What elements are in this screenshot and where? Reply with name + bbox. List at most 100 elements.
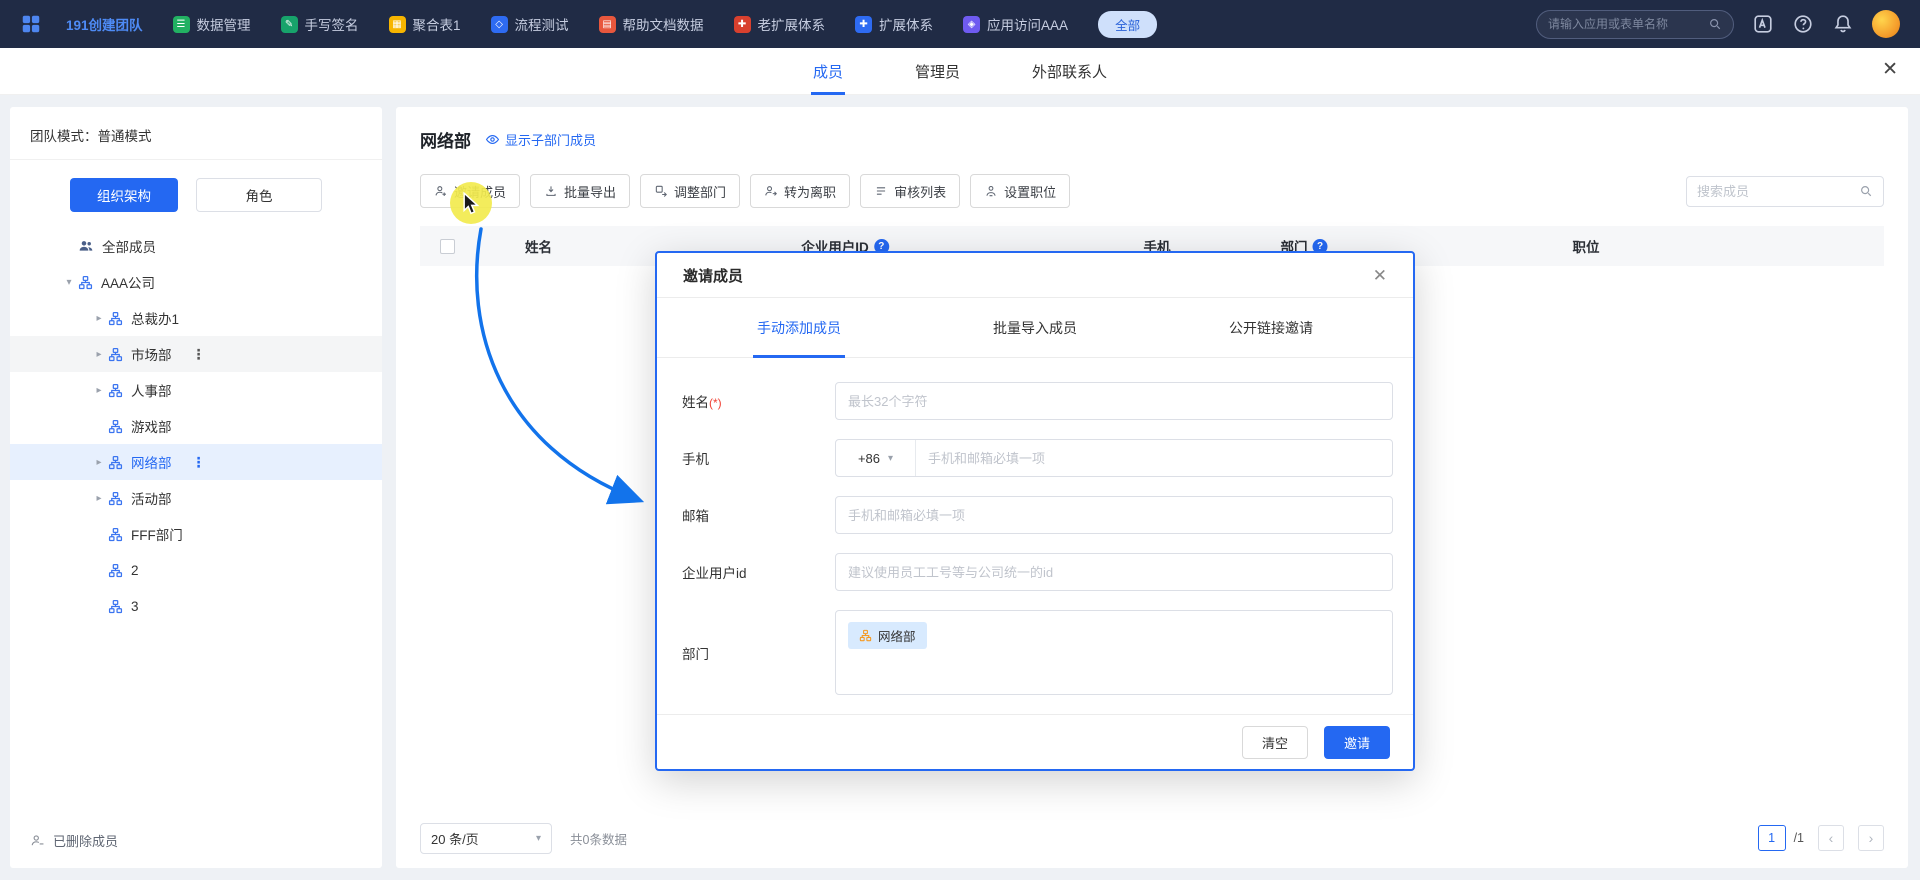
app-item-help-doc-data[interactable]: ▤ 帮助文档数据 xyxy=(599,14,704,34)
app-search-field[interactable] xyxy=(1548,17,1702,31)
app-item-flow-test[interactable]: ◇ 流程测试 xyxy=(491,14,569,34)
chevron-right-icon[interactable]: ▸ xyxy=(90,457,108,468)
batch-export-button[interactable]: 批量导出 xyxy=(530,174,630,208)
chevron-down-icon[interactable]: ▾ xyxy=(60,277,78,288)
enterprise-userid-label: 企业用户id xyxy=(682,562,835,582)
prev-page-button[interactable]: ‹ xyxy=(1818,825,1844,851)
tab-external-contacts[interactable]: 外部联系人 xyxy=(1032,48,1107,95)
close-icon[interactable]: ✕ xyxy=(1373,267,1387,284)
member-toolbar: 邀请成员 批量导出 调整部门 转为离职 审核列表 设置职位 xyxy=(420,174,1884,208)
chevron-right-icon[interactable]: ▸ xyxy=(90,313,108,324)
tab-batch-import[interactable]: 批量导入成员 xyxy=(993,298,1077,358)
invite-member-modal: 邀请成员 ✕ 手动添加成员 批量导入成员 公开链接邀请 姓名(*) 手机 +86… xyxy=(655,251,1415,771)
tab-members[interactable]: 成员 xyxy=(813,48,843,95)
total-count-label: 共0条数据 xyxy=(570,829,627,848)
set-position-button[interactable]: 设置职位 xyxy=(970,174,1070,208)
old-extension-icon: ✚ xyxy=(734,16,751,33)
tree-item-market-dept[interactable]: ▸ 市场部 ⋮ xyxy=(10,336,382,372)
bell-icon[interactable] xyxy=(1832,13,1854,35)
translate-icon[interactable] xyxy=(1752,13,1774,35)
signature-icon: ✎ xyxy=(281,16,298,33)
email-label: 邮箱 xyxy=(682,505,835,525)
tree-item-3[interactable]: 3 xyxy=(10,588,382,624)
phone-field[interactable] xyxy=(916,451,1392,466)
adjust-dept-button[interactable]: 调整部门 xyxy=(640,174,740,208)
invite-button[interactable]: 邀请 xyxy=(1324,726,1390,759)
page-size-select[interactable]: 20 条/页 ▾ xyxy=(420,823,552,854)
avatar[interactable] xyxy=(1872,10,1900,38)
tree-item-fff-dept[interactable]: FFF部门 xyxy=(10,516,382,552)
member-nav-tabs: 成员 管理员 外部联系人 ✕ xyxy=(0,48,1920,95)
tree-item-hr-dept[interactable]: ▸ 人事部 xyxy=(10,372,382,408)
chevron-right-icon[interactable]: ▸ xyxy=(90,493,108,504)
dept-picker-box[interactable]: 网络部 xyxy=(835,610,1393,695)
clear-button[interactable]: 清空 xyxy=(1242,726,1308,759)
app-item-extension[interactable]: ✚ 扩展体系 xyxy=(855,14,933,34)
extension-icon: ✚ xyxy=(855,16,872,33)
move-icon xyxy=(654,184,668,198)
chevron-down-icon: ▾ xyxy=(536,833,541,844)
org-icon xyxy=(108,311,123,326)
invite-member-button[interactable]: 邀请成员 xyxy=(420,174,520,208)
member-search-input[interactable] xyxy=(1686,176,1884,207)
close-icon[interactable]: ✕ xyxy=(1882,60,1898,79)
tree-item-activity-dept[interactable]: ▸ 活动部 xyxy=(10,480,382,516)
chevron-right-icon[interactable]: ▸ xyxy=(90,349,108,360)
workspace-grid-icon[interactable] xyxy=(20,13,42,35)
all-apps-button[interactable]: 全部 xyxy=(1098,11,1157,38)
tree-item-president-office[interactable]: ▸ 总裁办1 xyxy=(10,300,382,336)
app-item-aggregate-table[interactable]: ▦ 聚合表1 xyxy=(389,14,461,34)
person-delete-icon xyxy=(30,833,45,848)
next-page-button[interactable]: › xyxy=(1858,825,1884,851)
search-icon xyxy=(1708,17,1722,31)
app-item-current[interactable]: 191创建团队 xyxy=(66,14,143,34)
invite-form: 姓名(*) 手机 +86 ▾ 邮箱 企业用户id 部门 xyxy=(657,358,1413,695)
tree-item-network-dept[interactable]: ▸ 网络部 ⋮ xyxy=(10,444,382,480)
name-field[interactable] xyxy=(835,382,1393,420)
set-resigned-button[interactable]: 转为离职 xyxy=(750,174,850,208)
email-field[interactable] xyxy=(835,496,1393,534)
tab-manual-add[interactable]: 手动添加成员 xyxy=(757,298,841,358)
member-search-field[interactable] xyxy=(1697,184,1853,199)
app-item-old-extension[interactable]: ✚ 老扩展体系 xyxy=(734,14,826,34)
eye-icon xyxy=(485,132,500,147)
review-list-button[interactable]: 审核列表 xyxy=(860,174,960,208)
people-icon xyxy=(78,238,94,254)
show-sub-dept-link[interactable]: 显示子部门成员 xyxy=(485,130,596,149)
app-item-data-manage[interactable]: ☰ 数据管理 xyxy=(173,14,251,34)
col-position: 职位 xyxy=(1573,226,1600,266)
tree-item-all-members[interactable]: 全部成员 xyxy=(10,228,382,264)
tab-admins[interactable]: 管理员 xyxy=(915,48,960,95)
tree-item-aaa-company[interactable]: ▾ AAA公司 xyxy=(10,264,382,300)
app-label: 191创建团队 xyxy=(66,14,143,34)
org-sidebar: 团队模式：普通模式 组织架构 角色 全部成员 ▾ AAA公司 ▸ 总裁办1 ▸ … xyxy=(10,107,382,868)
person-plus-icon xyxy=(434,184,448,198)
more-menu-icon[interactable]: ⋮ xyxy=(192,346,206,363)
org-icon xyxy=(108,491,123,506)
help-icon[interactable] xyxy=(1792,13,1814,35)
app-item-signature[interactable]: ✎ 手写签名 xyxy=(281,14,359,34)
tree-item-game-dept[interactable]: 游戏部 xyxy=(10,408,382,444)
more-menu-icon[interactable]: ⋮ xyxy=(192,454,206,471)
org-icon xyxy=(859,629,872,642)
flow-test-icon: ◇ xyxy=(491,16,508,33)
select-all-checkbox[interactable] xyxy=(440,239,455,254)
data-manage-icon: ☰ xyxy=(173,16,190,33)
role-button[interactable]: 角色 xyxy=(196,178,322,212)
country-code-select[interactable]: +86 ▾ xyxy=(836,440,916,476)
current-page-box[interactable]: 1 xyxy=(1758,825,1786,851)
app-item-app-access[interactable]: ◈ 应用访问AAA xyxy=(963,14,1068,34)
team-mode-label: 团队模式：普通模式 xyxy=(10,125,382,160)
app-search-input[interactable] xyxy=(1536,10,1734,39)
enterprise-userid-field[interactable] xyxy=(835,553,1393,591)
tab-public-link[interactable]: 公开链接邀请 xyxy=(1229,298,1313,358)
chevron-right-icon[interactable]: ▸ xyxy=(90,385,108,396)
page-title: 网络部 xyxy=(420,127,471,152)
dept-tag[interactable]: 网络部 xyxy=(848,622,927,649)
org-icon xyxy=(78,275,93,290)
deleted-members-link[interactable]: 已删除成员 xyxy=(30,831,118,850)
tree-item-2[interactable]: 2 xyxy=(10,552,382,588)
total-pages-label: /1 xyxy=(1794,831,1804,845)
name-label: 姓名(*) xyxy=(682,391,835,411)
org-structure-button[interactable]: 组织架构 xyxy=(70,178,178,212)
